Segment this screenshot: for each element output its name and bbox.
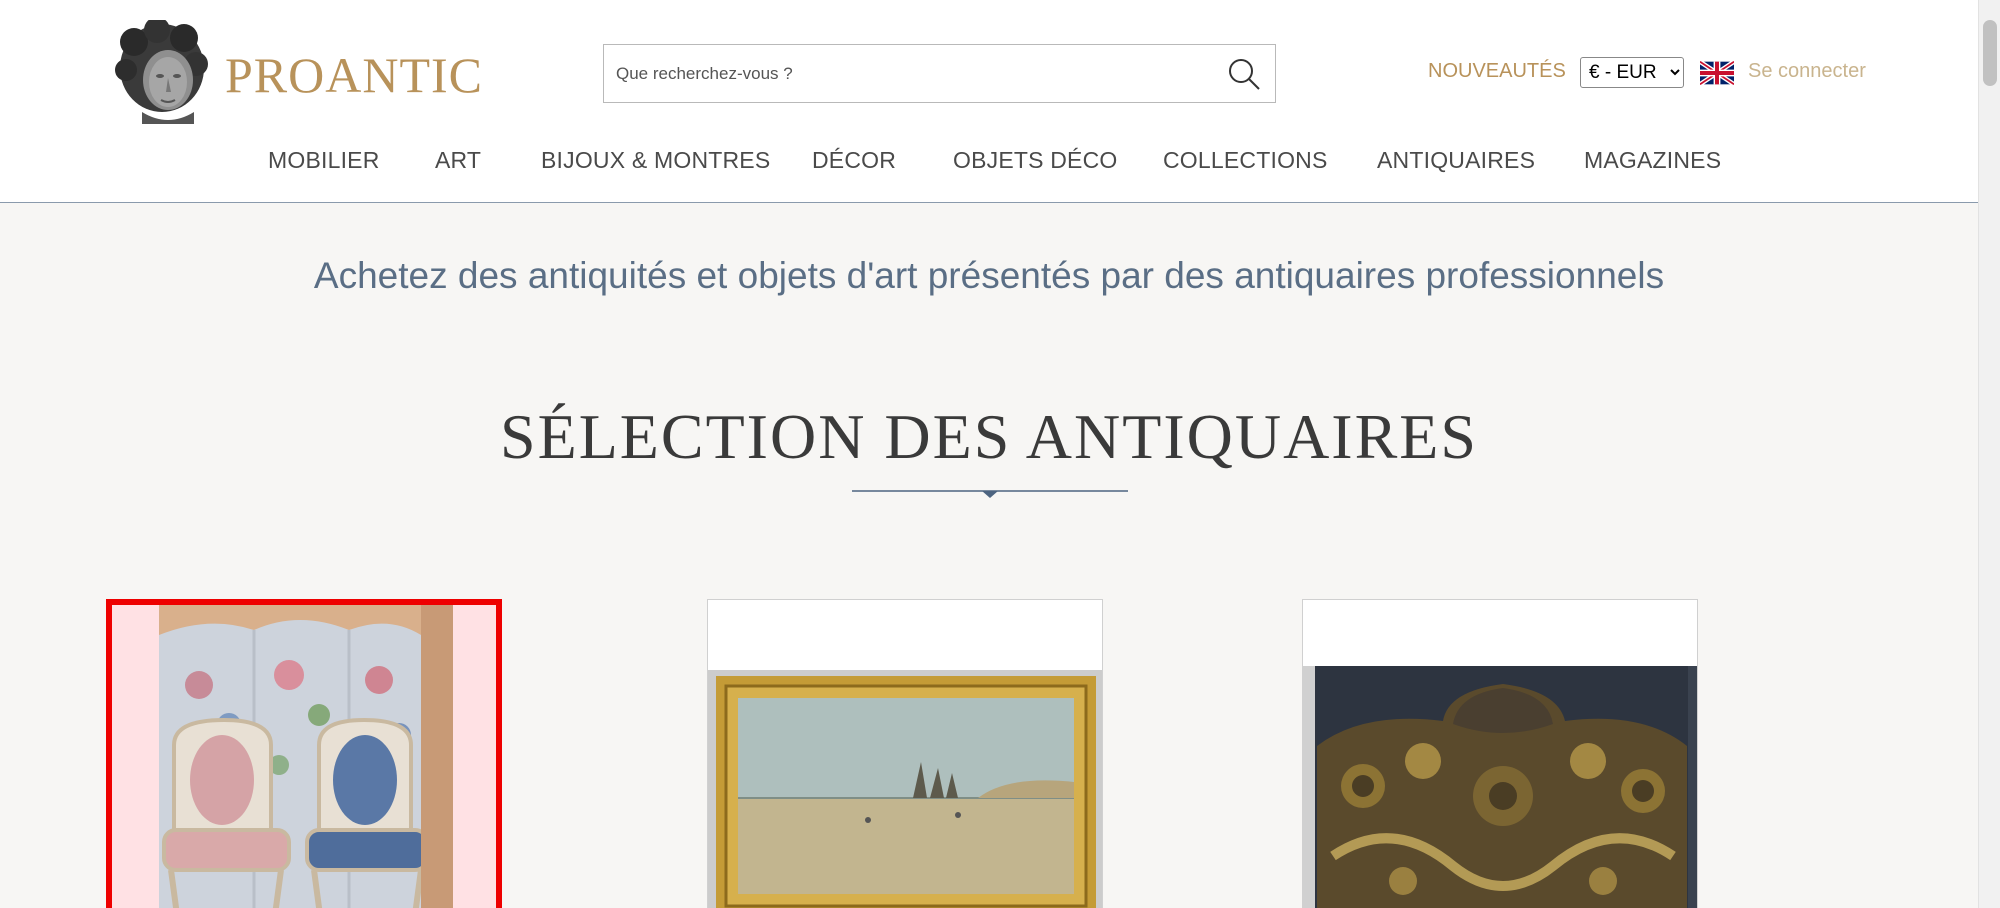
currency-select[interactable]: € - EUR [1580, 57, 1684, 88]
nav-item-collections[interactable]: COLLECTIONS [1163, 147, 1328, 174]
main-nav: MOBILIER ART BIJOUX & MONTRES DÉCOR OBJE… [0, 147, 1978, 181]
nav-item-objets-deco[interactable]: OBJETS DÉCO [953, 147, 1118, 174]
carved-gilded-panel-photo [1303, 666, 1697, 908]
search-bar [603, 44, 1276, 103]
login-link[interactable]: Se connecter [1748, 60, 1866, 83]
uk-flag-icon[interactable] [1698, 59, 1736, 87]
page-scrollbar[interactable] [1978, 0, 2000, 908]
search-input[interactable] [604, 45, 1204, 102]
nouveautes-link[interactable]: NOUVEAUTÉS [1428, 60, 1566, 83]
seascape-painting-photo [708, 670, 1102, 908]
nav-item-antiquaires[interactable]: ANTIQUAIRES [1377, 147, 1535, 174]
scrollbar-thumb[interactable] [1983, 20, 1997, 86]
nav-item-bijoux-montres[interactable]: BIJOUX & MONTRES [541, 147, 770, 174]
brand-name[interactable]: PROANTIC [225, 46, 483, 104]
logo-bust-icon[interactable] [112, 17, 212, 124]
nav-item-magazines[interactable]: MAGAZINES [1584, 147, 1721, 174]
section-title: SÉLECTION DES ANTIQUAIRES [500, 401, 1478, 472]
nav-item-mobilier[interactable]: MOBILIER [268, 147, 380, 174]
search-icon[interactable] [1227, 57, 1261, 91]
tagline: Achetez des antiquités et objets d'art p… [313, 255, 1665, 296]
product-card-armchairs[interactable] [106, 599, 502, 908]
title-divider [852, 488, 1128, 500]
armchairs-and-screen-photo [159, 605, 453, 908]
nav-item-art[interactable]: ART [435, 147, 481, 174]
product-card-carved-panel[interactable] [1302, 599, 1698, 908]
nav-item-decor[interactable]: DÉCOR [812, 147, 896, 174]
product-card-painting[interactable] [707, 599, 1103, 908]
site-header: PROANTIC NOUVEAUTÉS € - EUR Se connecter… [0, 0, 1978, 203]
